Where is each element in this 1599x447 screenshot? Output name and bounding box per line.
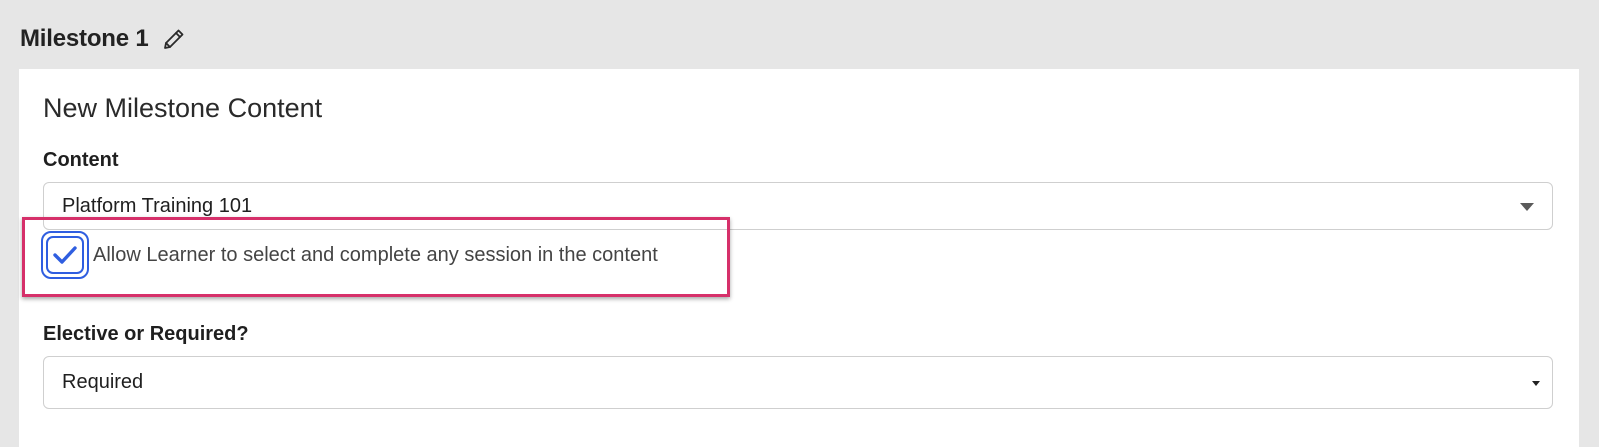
content-select-value: Platform Training 101 [62, 194, 253, 217]
allow-any-session-checkbox[interactable] [41, 231, 89, 279]
pencil-icon[interactable] [161, 26, 187, 52]
content-label: Content [43, 149, 119, 171]
content-select[interactable]: Platform Training 101 [43, 182, 1553, 230]
elective-select-value: Required [62, 371, 144, 393]
chevron-down-icon [1520, 203, 1534, 211]
milestone-content-panel: New Milestone Content Content Platform T… [19, 69, 1579, 447]
checkbox-box [46, 236, 84, 274]
elective-select[interactable]: Required [43, 356, 1553, 409]
elective-label: Elective or Required? [43, 323, 249, 345]
allow-any-session-option[interactable]: Allow Learner to select and complete any… [41, 231, 658, 279]
milestone-header: Milestone 1 [20, 22, 187, 56]
caret-down-icon [1532, 381, 1540, 386]
panel-title: New Milestone Content [43, 93, 323, 123]
checkmark-icon [53, 246, 77, 264]
milestone-title: Milestone 1 [20, 25, 149, 52]
allow-any-session-label[interactable]: Allow Learner to select and complete any… [93, 244, 658, 267]
